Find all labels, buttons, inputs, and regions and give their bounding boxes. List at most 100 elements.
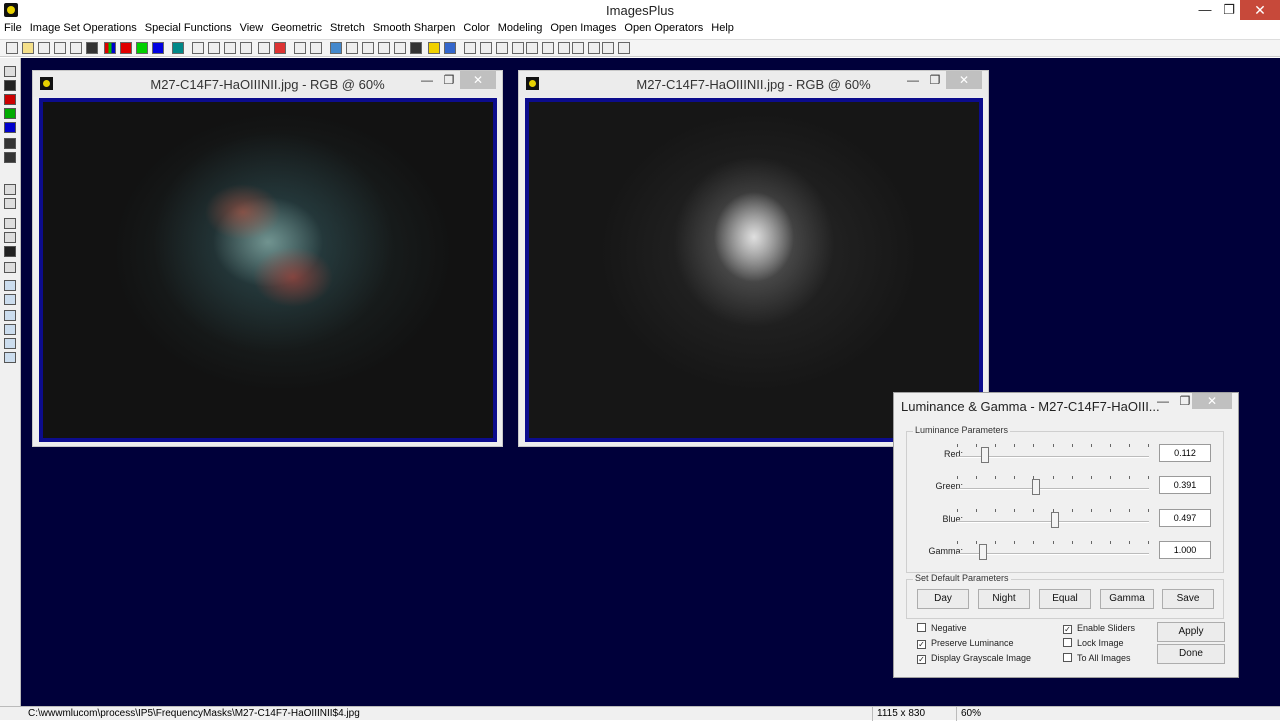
grayscale-image-canvas[interactable]	[529, 102, 979, 438]
to-all-images-checkbox[interactable]: To All Images	[1063, 653, 1131, 665]
menu-color[interactable]: Color	[459, 21, 493, 38]
dark-tool-icon[interactable]	[4, 138, 16, 149]
image-close-button[interactable]: ✕	[946, 71, 982, 89]
slider-value-field[interactable]: 0.112	[1159, 444, 1211, 462]
checkbox-box[interactable]: ✓	[917, 655, 926, 664]
arrow-up-tool-icon[interactable]	[4, 294, 16, 305]
black-tool-icon[interactable]	[4, 80, 16, 91]
menu-view[interactable]: View	[236, 21, 268, 38]
preserve-luminance-checkbox[interactable]: ✓ Preserve Luminance	[917, 638, 1014, 650]
slider-value-field[interactable]: 1.000	[1159, 541, 1211, 559]
rgb-channels-icon[interactable]	[104, 42, 116, 54]
save-tool-icon[interactable]	[4, 66, 16, 77]
undo-all-icon[interactable]	[224, 42, 236, 54]
slider-thumb[interactable]	[979, 544, 987, 560]
image-minimize-button[interactable]: —	[902, 71, 924, 89]
zoom-plus-icon[interactable]	[526, 42, 538, 54]
menu-stretch[interactable]: Stretch	[326, 21, 369, 38]
menu-smooth-sharpen[interactable]: Smooth Sharpen	[369, 21, 460, 38]
image-minimize-button[interactable]: —	[416, 71, 438, 89]
red-channel-icon[interactable]	[120, 42, 132, 54]
menu-file[interactable]: File	[0, 21, 26, 38]
negative-checkbox[interactable]: Negative	[917, 623, 967, 635]
gamma-button[interactable]: Gamma	[1100, 589, 1154, 609]
lock-image-checkbox[interactable]: Lock Image	[1063, 638, 1124, 650]
open-folder-icon[interactable]	[22, 42, 34, 54]
checkbox-box[interactable]	[917, 623, 926, 632]
arrow-right-tool-icon[interactable]	[4, 310, 16, 321]
flip-tool-icon[interactable]	[4, 352, 16, 363]
checkbox-box[interactable]: ✓	[1063, 625, 1072, 634]
image-window-title-bar[interactable]: M27-C14F7-HaOIIINII.jpg - RGB @ 60% — ❐ ✕	[33, 71, 502, 97]
move-tool-icon[interactable]	[4, 280, 16, 291]
dialog-close-button[interactable]: ✕	[1192, 393, 1232, 409]
slider-track[interactable]	[957, 488, 1149, 490]
image-window-color[interactable]: M27-C14F7-HaOIIINII.jpg - RGB @ 60% — ❐ ✕	[32, 70, 503, 447]
slider-value-field[interactable]: 0.391	[1159, 476, 1211, 494]
select-tool-icon[interactable]	[4, 218, 16, 229]
checkbox-box[interactable]	[1063, 653, 1072, 662]
print-icon[interactable]	[86, 42, 98, 54]
window-icon[interactable]	[618, 42, 630, 54]
window-small-icon[interactable]	[602, 42, 614, 54]
checkbox-box[interactable]	[1063, 638, 1072, 647]
slider-thumb[interactable]	[981, 447, 989, 463]
close-button[interactable]: ✕	[1240, 0, 1280, 20]
record-icon[interactable]	[258, 42, 270, 54]
redo-all-icon[interactable]	[240, 42, 252, 54]
green-tool-icon[interactable]	[4, 108, 16, 119]
crosshair-icon[interactable]	[378, 42, 390, 54]
rotate-left-tool-icon[interactable]	[4, 324, 16, 335]
menu-open-operators[interactable]: Open Operators	[620, 21, 707, 38]
window-restore-icon[interactable]	[588, 42, 600, 54]
color-image-canvas[interactable]	[43, 102, 493, 438]
green-channel-icon[interactable]	[136, 42, 148, 54]
curves-icon[interactable]	[346, 42, 358, 54]
crosshair-add-icon[interactable]	[362, 42, 374, 54]
new-file-icon[interactable]	[6, 42, 18, 54]
camera-icon[interactable]	[410, 42, 422, 54]
checkbox-box[interactable]: ✓	[917, 640, 926, 649]
zoom-actual-icon[interactable]	[512, 42, 524, 54]
histogram-icon[interactable]	[310, 42, 322, 54]
mono-tool-icon[interactable]	[4, 152, 16, 163]
menu-image-set-operations[interactable]: Image Set Operations	[26, 21, 141, 38]
zoom-fit-icon[interactable]	[496, 42, 508, 54]
rotate-right-tool-icon[interactable]	[4, 338, 16, 349]
red-tool-icon[interactable]	[4, 94, 16, 105]
crop-tool-icon[interactable]	[4, 262, 16, 273]
undo-icon[interactable]	[192, 42, 204, 54]
enable-sliders-checkbox[interactable]: ✓ Enable Sliders	[1063, 623, 1135, 635]
day-button[interactable]: Day	[917, 589, 969, 609]
blue-channel-icon[interactable]	[152, 42, 164, 54]
dialog-minimize-button[interactable]: —	[1152, 393, 1174, 409]
window-cascade-icon[interactable]	[572, 42, 584, 54]
apply-button[interactable]: Apply	[1157, 622, 1225, 642]
done-button[interactable]: Done	[1157, 644, 1225, 664]
align-tool-icon[interactable]	[4, 232, 16, 243]
redo-icon[interactable]	[208, 42, 220, 54]
zoom-out-icon[interactable]	[480, 42, 492, 54]
night-button[interactable]: Night	[978, 589, 1030, 609]
dialog-title-bar[interactable]: Luminance & Gamma - M27-C14F7-HaOIII... …	[894, 393, 1238, 419]
menu-geometric[interactable]: Geometric	[267, 21, 326, 38]
grid-icon[interactable]	[172, 42, 184, 54]
image-close-button[interactable]: ✕	[460, 71, 496, 89]
blue-tool-icon[interactable]	[4, 122, 16, 133]
menu-modeling[interactable]: Modeling	[494, 21, 547, 38]
equal-button[interactable]: Equal	[1039, 589, 1091, 609]
levels-icon[interactable]	[330, 42, 342, 54]
close-all-icon[interactable]	[70, 42, 82, 54]
image-window-grayscale[interactable]: M27-C14F7-HaOIIINII.jpg - RGB @ 60% — ❐ ✕	[518, 70, 989, 447]
slider-value-field[interactable]: 0.497	[1159, 509, 1211, 527]
display-grayscale-checkbox[interactable]: ✓ Display Grayscale Image	[917, 653, 1031, 665]
save-icon[interactable]	[38, 42, 50, 54]
edit-tool-icon[interactable]	[4, 198, 16, 209]
slider-thumb[interactable]	[1051, 512, 1059, 528]
line-profile-icon[interactable]	[294, 42, 306, 54]
stack-icon[interactable]	[394, 42, 406, 54]
save-defaults-button[interactable]: Save	[1162, 589, 1214, 609]
menu-open-images[interactable]: Open Images	[546, 21, 620, 38]
stop-icon[interactable]	[274, 42, 286, 54]
properties-icon[interactable]	[444, 42, 456, 54]
